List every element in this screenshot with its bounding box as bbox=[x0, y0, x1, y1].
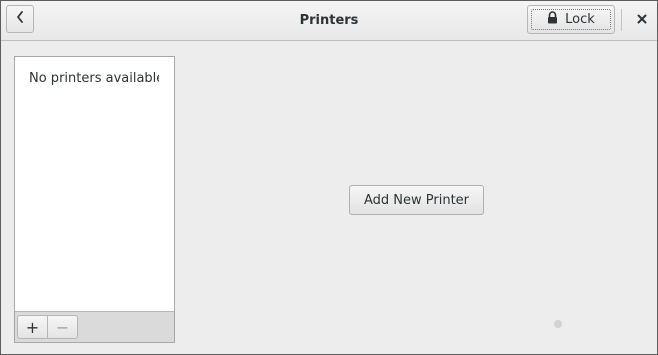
printers-window: Printers Lock No printers available + − … bbox=[0, 0, 658, 355]
minus-icon: − bbox=[55, 317, 70, 337]
lock-button-label: Lock bbox=[565, 12, 595, 27]
plus-icon: + bbox=[25, 317, 40, 337]
padlock-icon bbox=[547, 11, 558, 28]
back-button[interactable] bbox=[6, 5, 34, 33]
printer-list[interactable]: No printers available + − bbox=[14, 56, 175, 343]
header-separator bbox=[621, 9, 622, 31]
lock-button[interactable]: Lock bbox=[527, 5, 615, 34]
add-printer-small-button[interactable]: + bbox=[17, 315, 48, 339]
no-printers-label: No printers available bbox=[29, 71, 159, 86]
close-icon bbox=[637, 13, 647, 28]
remove-printer-button[interactable]: − bbox=[47, 315, 78, 339]
spinner-icon bbox=[554, 320, 562, 328]
add-new-printer-button[interactable]: Add New Printer bbox=[349, 185, 484, 215]
chevron-left-icon bbox=[15, 10, 25, 28]
printer-list-toolbar: + − bbox=[15, 311, 174, 342]
close-button[interactable] bbox=[629, 7, 655, 33]
header-bar: Printers Lock bbox=[1, 1, 657, 41]
